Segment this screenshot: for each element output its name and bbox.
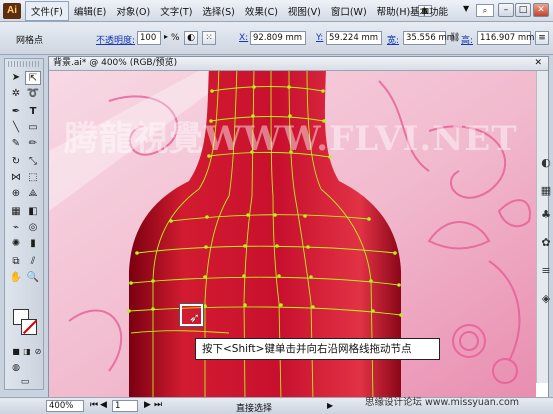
- stroke-panel-icon[interactable]: ≡: [539, 264, 553, 278]
- document-tab[interactable]: 背景.ai* @ 400% (RGB/预览) ✕: [49, 57, 548, 71]
- magic-wand-icon[interactable]: ✲: [8, 87, 24, 101]
- menu-select[interactable]: 选择(S): [197, 2, 239, 20]
- menu-window[interactable]: 窗口(W): [326, 2, 372, 20]
- slice-tool-icon[interactable]: ⫽: [25, 255, 41, 269]
- last-page-icon[interactable]: ⏭: [154, 400, 162, 410]
- height-input[interactable]: 116.907 mm: [477, 31, 534, 45]
- first-page-icon[interactable]: ⏮: [90, 400, 98, 410]
- width-label[interactable]: 宽:: [387, 33, 399, 46]
- height-label[interactable]: 高:: [461, 33, 473, 46]
- cursor-highlight-box: [179, 303, 204, 327]
- artboard-tool-icon[interactable]: ⧉: [8, 255, 24, 269]
- opacity-input[interactable]: 100: [137, 31, 161, 45]
- rotate-tool-icon[interactable]: ↻: [8, 155, 24, 169]
- pen-tool-icon[interactable]: ✒: [8, 105, 24, 119]
- type-tool-icon[interactable]: T: [25, 105, 41, 119]
- instruction-callout: 按下<Shift>键单击并向右沿网格线拖动节点: [195, 338, 440, 360]
- close-button[interactable]: ✕: [533, 3, 549, 17]
- chevron-down-icon[interactable]: ▼: [463, 4, 469, 13]
- paintbrush-icon[interactable]: ✎: [8, 137, 24, 151]
- close-icon[interactable]: ✕: [534, 57, 542, 70]
- opacity-link[interactable]: 不透明度:: [96, 33, 135, 46]
- illustrator-window: Ai 文件(F) 编辑(E) 对象(O) 文字(T) 选择(S) 效果(C) 视…: [0, 0, 553, 414]
- y-input[interactable]: 59.224 mm: [326, 31, 382, 45]
- menu-edit[interactable]: 编辑(E): [69, 2, 111, 20]
- panel-grip[interactable]: [8, 61, 40, 67]
- screen-mode-icon[interactable]: ▭: [17, 375, 33, 389]
- link-icon[interactable]: ⛓: [449, 33, 460, 43]
- x-input[interactable]: 92.809 mm: [250, 31, 306, 45]
- reference-point-icon[interactable]: ⁙: [202, 31, 216, 45]
- brushes-panel-icon[interactable]: ♣: [539, 208, 553, 222]
- graph-tool-icon[interactable]: ▮: [25, 237, 41, 251]
- selection-tool-icon[interactable]: ➤: [8, 71, 24, 85]
- app-logo: Ai: [3, 2, 21, 19]
- pencil-icon[interactable]: ✏: [25, 137, 41, 151]
- menu-bar: Ai 文件(F) 编辑(E) 对象(O) 文字(T) 选择(S) 效果(C) 视…: [0, 0, 553, 22]
- scale-tool-icon[interactable]: ⤡: [25, 155, 41, 169]
- tools-panel: ➤ ⇱ ✲ ➰ ✒ T ╲ ▭ ✎ ✏ ↻ ⤡ ⋈ ⬚ ⊕ ⟁ ▦ ◧ ⌁ ◎ …: [4, 58, 44, 390]
- width-tool-icon[interactable]: ⋈: [8, 171, 24, 185]
- site-watermark: 思缘设计论坛 www.missyuan.com: [365, 397, 520, 408]
- menu-view[interactable]: 视图(V): [283, 2, 326, 20]
- current-tool-status[interactable]: 直接选择: [236, 401, 272, 414]
- symbol-sprayer-icon[interactable]: ✺: [8, 237, 24, 251]
- maximize-button[interactable]: □: [515, 3, 531, 17]
- hand-tool-icon[interactable]: ✋: [8, 271, 24, 285]
- next-page-icon[interactable]: ▶: [144, 400, 151, 410]
- menu-type[interactable]: 文字(T): [155, 2, 197, 20]
- document-tab-title: 背景.ai* @ 400% (RGB/预览): [53, 58, 178, 68]
- menu-help[interactable]: 帮助(H): [372, 2, 416, 20]
- page-input[interactable]: 1: [112, 400, 138, 412]
- zoom-tool-icon[interactable]: 🔍: [25, 271, 41, 285]
- lasso-icon[interactable]: ➰: [25, 87, 41, 101]
- direct-selection-tool-icon[interactable]: ⇱: [25, 71, 41, 85]
- chevron-right-icon[interactable]: ▶: [327, 401, 333, 410]
- chevron-right-icon[interactable]: ▸: [164, 32, 168, 41]
- menu-effect[interactable]: 效果(C): [240, 2, 283, 20]
- mesh-tool-icon[interactable]: ▦: [8, 205, 24, 219]
- y-label[interactable]: Y:: [316, 33, 323, 43]
- color-panel-icon[interactable]: ◐: [539, 156, 553, 170]
- width-input[interactable]: 35.556 mm: [403, 31, 455, 45]
- layers-panel-icon[interactable]: ◈: [539, 292, 553, 306]
- workspace-switcher[interactable]: 基本功能: [410, 4, 448, 18]
- menu-file[interactable]: 文件(F): [25, 0, 69, 21]
- panel-menu-icon[interactable]: ≡: [535, 31, 549, 45]
- canvas-watermark: 腾龍視覺WWW.FLVI.NET: [64, 119, 518, 159]
- eyedropper-icon[interactable]: ⌁: [8, 221, 24, 235]
- free-transform-icon[interactable]: ⬚: [25, 171, 41, 185]
- vertical-scrollbar[interactable]: [536, 71, 548, 383]
- swatches-panel-icon[interactable]: ▦: [539, 184, 553, 198]
- prev-page-icon[interactable]: ◀: [100, 400, 107, 410]
- object-type-label: 网格点: [16, 36, 44, 46]
- stroke-swatch[interactable]: [21, 319, 37, 335]
- blend-tool-icon[interactable]: ◎: [25, 221, 41, 235]
- minimize-button[interactable]: –: [498, 3, 514, 17]
- menu-object[interactable]: 对象(O): [111, 2, 155, 20]
- symbols-panel-icon[interactable]: ✿: [539, 236, 553, 250]
- gradient-tool-icon[interactable]: ◧: [25, 205, 41, 219]
- recolor-icon[interactable]: ◐: [184, 31, 198, 45]
- x-label[interactable]: X:: [239, 33, 248, 43]
- fill-stroke-swatches[interactable]: [13, 309, 39, 339]
- perspective-grid-icon[interactable]: ⟁: [25, 187, 41, 201]
- zoom-select[interactable]: 400%: [46, 400, 84, 412]
- line-tool-icon[interactable]: ╲: [8, 121, 24, 135]
- rectangle-tool-icon[interactable]: ▭: [25, 121, 41, 135]
- draw-mode-icon[interactable]: ◍: [8, 361, 24, 375]
- search-icon[interactable]: ⌕: [476, 4, 494, 17]
- shape-builder-icon[interactable]: ⊕: [8, 187, 24, 201]
- opacity-unit: %: [171, 33, 180, 43]
- none-mode-icon[interactable]: ⊘: [30, 345, 46, 359]
- control-bar: 网格点 不透明度: 100 ▸ % ◐ ⁙ X: 92.809 mm Y: 59…: [0, 22, 553, 55]
